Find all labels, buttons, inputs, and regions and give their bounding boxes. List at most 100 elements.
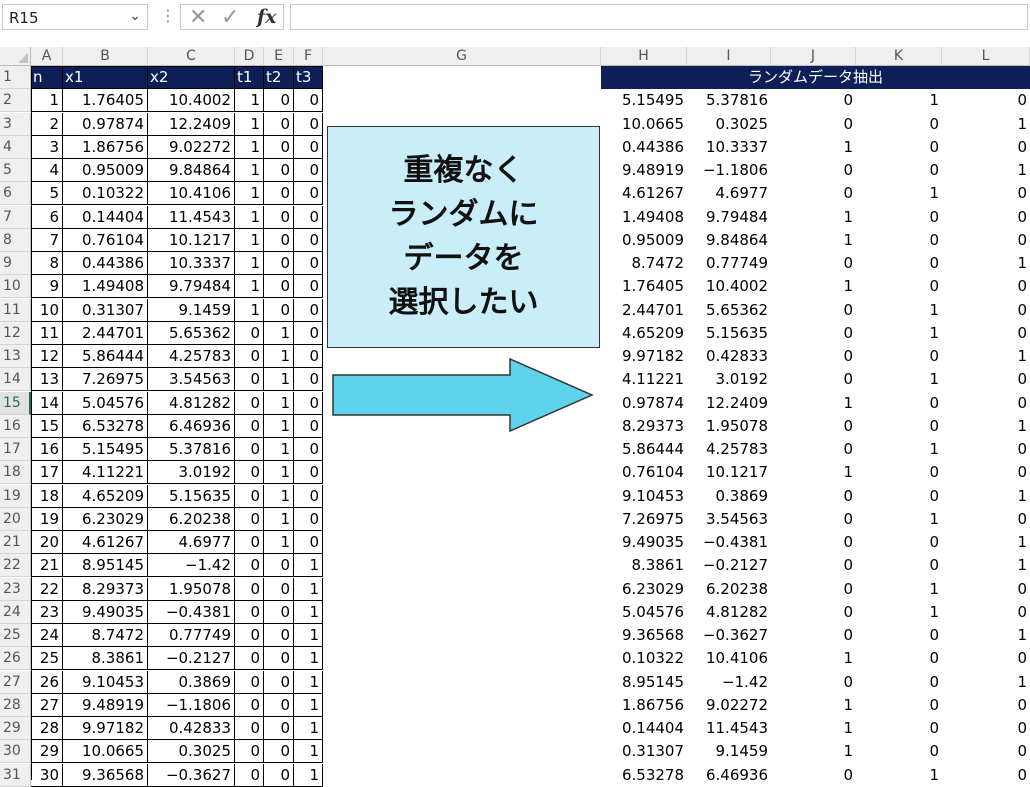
table-cell[interactable]: 3.54563 [148, 368, 235, 391]
table-cell[interactable]: 19 [31, 508, 63, 531]
table-cell[interactable]: 10.0665 [63, 740, 148, 763]
random-table-cell[interactable]: 3.54563 [687, 508, 771, 531]
table-cell[interactable]: 4.25783 [148, 345, 235, 368]
table-cell[interactable]: 0 [235, 694, 264, 717]
random-table-cell[interactable]: 0 [771, 113, 856, 136]
table-cell[interactable]: 1 [294, 694, 323, 717]
row-header[interactable]: 30 [0, 740, 31, 763]
random-table-cell[interactable]: 0 [942, 438, 1030, 461]
table-cell[interactable]: 0 [264, 206, 294, 229]
random-table-cell[interactable]: −0.2127 [687, 554, 771, 577]
row-header[interactable]: 10 [0, 275, 31, 298]
random-table-cell[interactable]: 5.04576 [601, 601, 687, 624]
row-header[interactable]: 16 [0, 415, 31, 438]
chevron-down-icon[interactable]: ⌄ [129, 8, 141, 24]
column-header-l[interactable]: L [942, 47, 1030, 66]
random-table-cell[interactable]: 9.79484 [687, 206, 771, 229]
table-cell[interactable]: 5.86444 [63, 345, 148, 368]
random-table-cell[interactable]: 9.10453 [601, 485, 687, 508]
random-table-cell[interactable]: 1 [856, 438, 942, 461]
table-cell[interactable]: 8 [31, 252, 63, 275]
random-table-cell[interactable]: 1 [771, 206, 856, 229]
table-cell[interactable]: 2 [31, 113, 63, 136]
table-cell[interactable]: 0 [264, 671, 294, 694]
table-header-cell[interactable]: t3 [294, 66, 323, 89]
table-cell[interactable]: 0 [235, 624, 264, 647]
random-table-cell[interactable]: 0 [942, 89, 1030, 112]
random-table-cell[interactable]: 1 [771, 229, 856, 252]
random-table-cell[interactable]: 0 [856, 671, 942, 694]
table-cell[interactable]: 1 [294, 601, 323, 624]
random-table-cell[interactable]: 0 [856, 415, 942, 438]
row-header[interactable]: 1 [0, 66, 31, 89]
random-table-cell[interactable]: 0 [771, 508, 856, 531]
table-cell[interactable]: 5.37816 [148, 438, 235, 461]
column-header-b[interactable]: B [63, 47, 148, 66]
table-cell[interactable]: 4.61267 [63, 531, 148, 554]
random-table-cell[interactable]: 0.14404 [601, 717, 687, 740]
table-cell[interactable]: 1 [264, 485, 294, 508]
random-table-cell[interactable]: 1 [856, 578, 942, 601]
table-cell[interactable]: 0 [235, 554, 264, 577]
table-cell[interactable]: 5.04576 [63, 392, 148, 415]
row-header[interactable]: 2 [0, 89, 31, 112]
random-table-cell[interactable]: 0 [942, 322, 1030, 345]
column-header-g[interactable]: G [323, 47, 601, 66]
random-table-cell[interactable]: 9.97182 [601, 345, 687, 368]
random-table-cell[interactable]: 1 [771, 136, 856, 159]
table-cell[interactable]: 8.3861 [63, 647, 148, 670]
table-cell[interactable]: 1 [235, 299, 264, 322]
random-table-cell[interactable]: 1 [942, 671, 1030, 694]
table-cell[interactable]: 25 [31, 647, 63, 670]
random-table-cell[interactable]: 9.36568 [601, 624, 687, 647]
row-header[interactable]: 19 [0, 485, 31, 508]
table-cell[interactable]: 0 [264, 647, 294, 670]
table-cell[interactable]: 5.15495 [63, 438, 148, 461]
table-cell[interactable]: 0.3025 [148, 740, 235, 763]
table-cell[interactable]: 0.3869 [148, 671, 235, 694]
random-table-cell[interactable]: 0 [942, 182, 1030, 205]
table-cell[interactable]: −0.4381 [148, 601, 235, 624]
table-cell[interactable]: 0 [264, 601, 294, 624]
random-table-cell[interactable]: 0 [942, 694, 1030, 717]
table-cell[interactable]: 9.02272 [148, 136, 235, 159]
table-cell[interactable]: 0 [294, 531, 323, 554]
random-table-cell[interactable]: 1 [942, 113, 1030, 136]
table-cell[interactable]: 1 [294, 717, 323, 740]
random-table-cell[interactable]: 0 [771, 345, 856, 368]
random-table-cell[interactable]: 0 [771, 624, 856, 647]
table-cell[interactable]: 5.15635 [148, 485, 235, 508]
random-table-cell[interactable]: 0 [856, 531, 942, 554]
table-cell[interactable]: 12 [31, 345, 63, 368]
table-cell[interactable]: 16 [31, 438, 63, 461]
table-cell[interactable]: 9.1459 [148, 299, 235, 322]
table-cell[interactable]: 13 [31, 368, 63, 391]
random-table-cell[interactable]: 8.7472 [601, 252, 687, 275]
random-table-cell[interactable]: 1 [856, 601, 942, 624]
table-cell[interactable]: 1 [264, 322, 294, 345]
table-cell[interactable]: 14 [31, 392, 63, 415]
table-cell[interactable]: 1 [235, 136, 264, 159]
table-cell[interactable]: 5 [31, 182, 63, 205]
table-cell[interactable]: 9.49035 [63, 601, 148, 624]
random-table-cell[interactable]: 0 [856, 694, 942, 717]
table-cell[interactable]: 0 [294, 508, 323, 531]
column-header-k[interactable]: K [856, 47, 942, 66]
table-cell[interactable]: 1 [294, 740, 323, 763]
random-table-cell[interactable]: 9.49035 [601, 531, 687, 554]
table-cell[interactable]: 0 [235, 601, 264, 624]
random-table-cell[interactable]: 1 [771, 740, 856, 763]
row-header[interactable]: 26 [0, 647, 31, 670]
table-cell[interactable]: 10.4002 [148, 89, 235, 112]
random-table-cell[interactable]: 5.86444 [601, 438, 687, 461]
cancel-icon[interactable]: ✕ [189, 5, 207, 30]
table-cell[interactable]: 1 [294, 578, 323, 601]
row-header[interactable]: 4 [0, 136, 31, 159]
table-cell[interactable]: 0.10322 [63, 182, 148, 205]
random-table-cell[interactable]: 1 [942, 554, 1030, 577]
random-table-cell[interactable]: 8.3861 [601, 554, 687, 577]
column-header-c[interactable]: C [148, 47, 235, 66]
table-cell[interactable]: 0 [264, 578, 294, 601]
row-header[interactable]: 28 [0, 694, 31, 717]
table-cell[interactable]: 1 [294, 671, 323, 694]
